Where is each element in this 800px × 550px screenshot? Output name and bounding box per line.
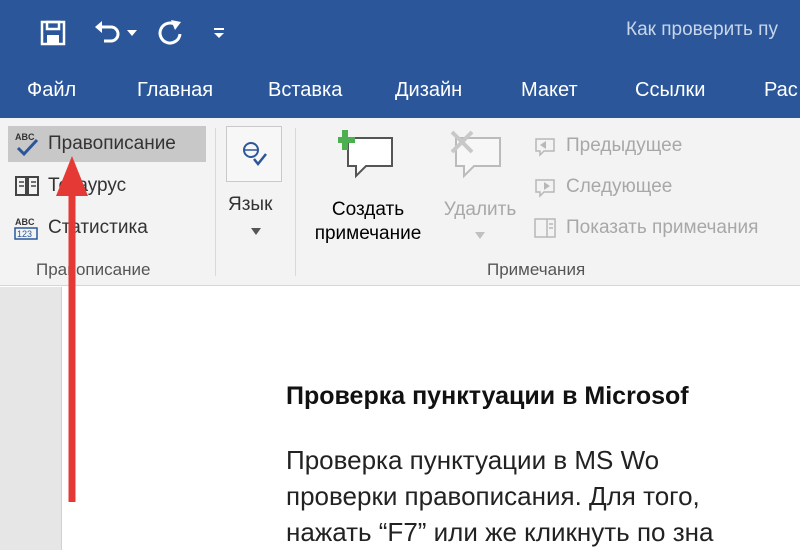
repeat-icon[interactable] [156, 18, 184, 46]
undo-dropdown-icon[interactable] [126, 28, 138, 38]
spelling-check-icon: ABC [15, 132, 39, 157]
show-comments-button[interactable]: Показать примечания [532, 210, 758, 246]
tab-layout[interactable]: Макет [521, 79, 578, 102]
new-comment-label-line2: примечание [314, 223, 422, 244]
previous-comment-icon [535, 138, 555, 157]
chevron-down-icon [475, 232, 485, 239]
language-label[interactable]: Язык [228, 194, 272, 216]
new-comment-button[interactable]: Создать примечание [312, 198, 424, 246]
language-globe-icon [243, 142, 267, 167]
spelling-button[interactable]: ABC Правописание [8, 126, 206, 162]
next-comment-icon [535, 179, 555, 198]
word-count-icon: ABC 123 [14, 217, 38, 240]
new-comment-icon[interactable] [338, 128, 398, 184]
next-comment-button[interactable]: Следующее [532, 169, 672, 205]
svg-text:123: 123 [17, 229, 32, 239]
language-button[interactable] [226, 126, 282, 182]
red-arrow-annotation [56, 156, 88, 502]
tab-design[interactable]: Дизайн [395, 79, 462, 102]
group-separator [295, 128, 296, 276]
ribbon-tabs: Файл Главная Вставка Дизайн Макет Ссылки… [0, 66, 800, 118]
comments-group-label: Примечания [487, 260, 586, 279]
svg-text:ABC: ABC [15, 132, 35, 142]
tab-mailings[interactable]: Рас [764, 79, 798, 102]
tab-insert[interactable]: Вставка [268, 79, 342, 102]
delete-comment-button[interactable]: Удалить [436, 198, 524, 222]
delete-comment-icon [450, 130, 501, 179]
show-comments-icon [534, 218, 556, 238]
tab-file[interactable]: Файл [27, 79, 76, 102]
chevron-down-icon[interactable] [251, 228, 261, 235]
document-text-line: Проверка пунктуации в MS Wo [286, 445, 660, 475]
svg-text:ABC: ABC [15, 217, 35, 227]
show-comments-label: Показать примечания [566, 217, 759, 238]
previous-comment-label: Предыдущее [566, 135, 683, 156]
thesaurus-book-icon [15, 176, 39, 196]
tab-home[interactable]: Главная [137, 79, 213, 102]
document-text-line: проверки правописания. Для того, [286, 481, 700, 511]
customize-toolbar-icon[interactable] [212, 26, 226, 40]
document-heading: Проверка пунктуации в Microsof [286, 382, 689, 410]
title-bar: Как проверить пу [0, 0, 800, 66]
next-comment-label: Следующее [566, 176, 673, 197]
ribbon: ABC Правописание Тезаурус ABC 123 Статис… [0, 118, 800, 286]
previous-comment-button[interactable]: Предыдущее [532, 128, 682, 164]
undo-icon[interactable] [92, 18, 122, 46]
group-separator [215, 128, 216, 276]
document-text-line: нажать “F7” или же кликнуть по зна [286, 517, 714, 547]
tab-references[interactable]: Ссылки [635, 79, 705, 102]
document-title: Как проверить пу [626, 19, 778, 40]
new-comment-label-line1: Создать [331, 199, 405, 220]
save-icon[interactable] [40, 20, 66, 46]
